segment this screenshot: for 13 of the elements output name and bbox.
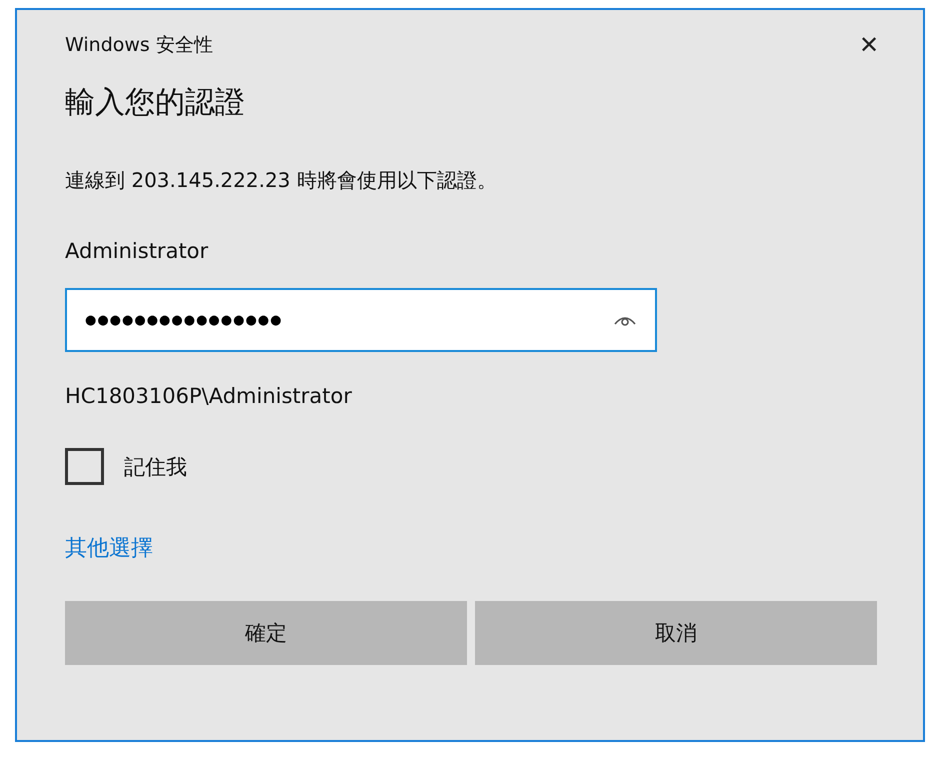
ok-button[interactable]: 確定 — [65, 601, 467, 665]
username-text: Administrator — [65, 239, 210, 263]
connection-message: 連線到 203.145.222.23 時將會使用以下認證。 — [65, 167, 498, 194]
password-value: ●●●●●●●●●●●●●●●● — [85, 312, 282, 328]
cancel-button[interactable]: 取消 — [475, 601, 877, 665]
more-choices-link[interactable]: 其他選擇 — [65, 533, 153, 563]
account-text: HC1803106P\Administrator — [65, 384, 353, 408]
password-field[interactable]: ●●●●●●●●●●●●●●●● — [65, 288, 657, 352]
close-button[interactable]: ✕ — [855, 30, 883, 60]
dialog-heading: 輸入您的認證 — [65, 84, 246, 122]
checkbox-label: 記住我 — [124, 454, 187, 480]
remember-checkbox[interactable] — [65, 448, 104, 485]
window-title: Windows 安全性 — [65, 33, 213, 58]
